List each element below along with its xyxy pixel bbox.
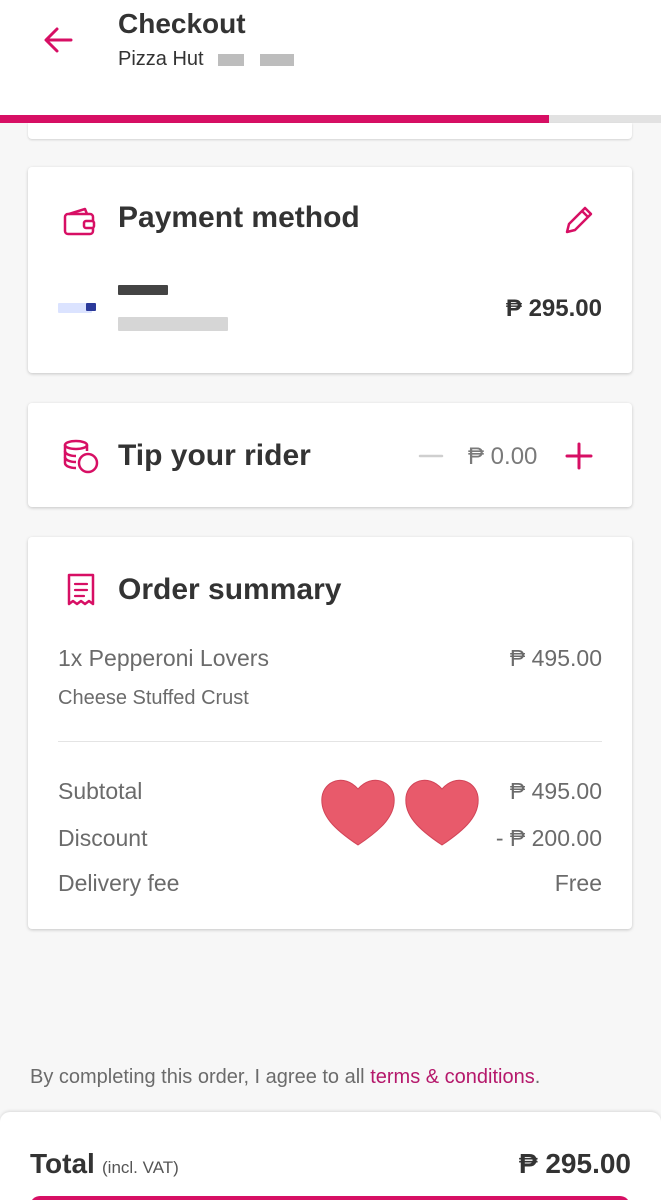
vat-label: (incl. VAT) — [102, 1158, 179, 1177]
payment-amount: ₱ 295.00 — [505, 295, 602, 322]
payment-method-card: Payment method ₱ 295.00 — [28, 167, 632, 373]
edit-payment-button[interactable] — [558, 201, 598, 241]
order-summary-card: Order summary 1x Pepperoni Lovers ₱ 495.… — [28, 537, 632, 929]
tip-rider-title: Tip your rider — [118, 439, 311, 472]
discount-label: Discount — [58, 825, 148, 851]
subtotal-value: ₱ 495.00 — [509, 778, 602, 804]
place-order-button[interactable] — [30, 1196, 630, 1200]
item-name: 1x Pepperoni Lovers — [58, 645, 269, 671]
minus-icon — [418, 454, 444, 458]
total-amount: ₱ 295.00 — [518, 1148, 631, 1179]
back-arrow-icon — [44, 27, 73, 53]
item-price: ₱ 495.00 — [509, 645, 602, 671]
terms-text: By completing this order, I agree to all… — [30, 1066, 540, 1089]
delivery-fee-value: Free — [554, 870, 602, 896]
header: Checkout Pizza Hut — [0, 0, 661, 116]
subtotal-label: Subtotal — [58, 778, 143, 804]
payment-method-title: Payment method — [118, 201, 360, 234]
previous-card-edge — [28, 123, 632, 139]
decrease-tip-button[interactable] — [416, 441, 446, 471]
wallet-icon — [62, 205, 98, 239]
terms-link[interactable]: terms & conditions — [370, 1066, 535, 1088]
page-title: Checkout — [118, 8, 246, 39]
total-label: Total — [30, 1148, 95, 1179]
redacted-text — [259, 53, 294, 66]
card-logo-redacted — [86, 303, 96, 311]
receipt-icon — [64, 571, 98, 609]
progress-fill — [0, 115, 549, 123]
checkout-footer: Total (incl. VAT) ₱ 295.00 — [0, 1112, 661, 1200]
heart-sticker-icon — [321, 779, 479, 846]
restaurant-name: Pizza Hut — [118, 48, 204, 70]
increase-tip-button[interactable] — [562, 439, 596, 473]
plus-icon — [565, 442, 593, 470]
tip-amount: ₱ 0.00 — [468, 443, 538, 470]
item-option: Cheese Stuffed Crust — [58, 687, 249, 709]
divider — [58, 741, 602, 742]
order-summary-title: Order summary — [118, 573, 342, 606]
coins-icon — [62, 437, 100, 475]
terms-suffix: . — [534, 1066, 541, 1088]
restaurant-row: Pizza Hut — [118, 48, 294, 71]
back-button[interactable] — [38, 20, 78, 60]
pencil-icon — [565, 206, 593, 234]
redacted-text — [217, 53, 244, 66]
terms-prefix: By completing this order, I agree to all — [30, 1066, 371, 1088]
tip-rider-card: Tip your rider ₱ 0.00 — [28, 403, 632, 507]
discount-value: - ₱ 200.00 — [495, 825, 602, 851]
delivery-fee-label: Delivery fee — [58, 870, 180, 896]
checkout-progress-bar — [0, 115, 661, 123]
redacted-text — [118, 317, 228, 331]
redacted-text — [118, 285, 168, 295]
